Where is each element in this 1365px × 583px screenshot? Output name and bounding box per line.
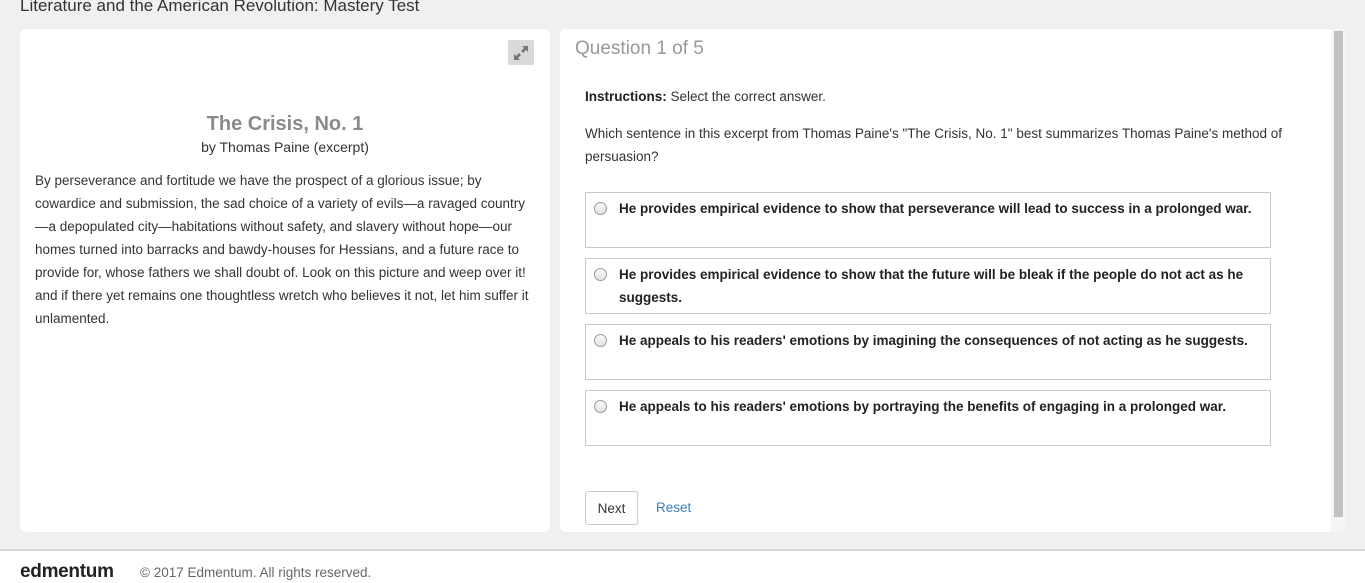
answer-choice-1[interactable]: He provides empirical evidence to show t… bbox=[585, 192, 1271, 248]
question-prompt: Which sentence in this excerpt from Thom… bbox=[585, 126, 1283, 164]
instructions-label: Instructions: bbox=[585, 89, 667, 104]
radio-button[interactable] bbox=[594, 202, 607, 215]
choice-text: He appeals to his readers' emotions by i… bbox=[619, 333, 1248, 348]
answer-choice-4[interactable]: He appeals to his readers' emotions by p… bbox=[585, 390, 1271, 446]
instructions-text: Select the correct answer. bbox=[666, 89, 826, 104]
passage-text: By perseverance and fortitude we have th… bbox=[35, 173, 529, 326]
expand-button[interactable] bbox=[508, 40, 534, 65]
copyright-text: © 2017 Edmentum. All rights reserved. bbox=[140, 565, 372, 580]
radio-button[interactable] bbox=[594, 400, 607, 413]
radio-button[interactable] bbox=[594, 334, 607, 347]
choice-text: He provides empirical evidence to show t… bbox=[619, 201, 1252, 216]
expand-arrows-icon bbox=[514, 45, 528, 60]
scrollbar[interactable] bbox=[1331, 29, 1345, 532]
question-header: Question 1 of 5 bbox=[575, 38, 704, 59]
scrollbar-thumb[interactable] bbox=[1334, 31, 1343, 517]
page-title: Literature and the American Revolution: … bbox=[20, 0, 420, 15]
instructions: Instructions: Select the correct answer. bbox=[585, 89, 826, 104]
passage-byline: by Thomas Paine (excerpt) bbox=[201, 139, 369, 155]
edmentum-logo: edmentum bbox=[20, 561, 114, 582]
next-button[interactable]: Next bbox=[585, 491, 638, 525]
question-panel: Question 1 of 5 Instructions: Select the… bbox=[560, 29, 1331, 532]
choice-text: He provides empirical evidence to show t… bbox=[619, 267, 1244, 305]
answer-choice-2[interactable]: He provides empirical evidence to show t… bbox=[585, 258, 1271, 314]
radio-button[interactable] bbox=[594, 268, 607, 281]
choice-text: He appeals to his readers' emotions by p… bbox=[619, 399, 1227, 414]
answer-choice-3[interactable]: He appeals to his readers' emotions by i… bbox=[585, 324, 1271, 380]
passage-title: The Crisis, No. 1 bbox=[206, 113, 364, 135]
reset-link[interactable]: Reset bbox=[656, 500, 691, 515]
passage-panel: The Crisis, No. 1 by Thomas Paine (excer… bbox=[20, 29, 550, 532]
footer: edmentum © 2017 Edmentum. All rights res… bbox=[0, 551, 1365, 583]
